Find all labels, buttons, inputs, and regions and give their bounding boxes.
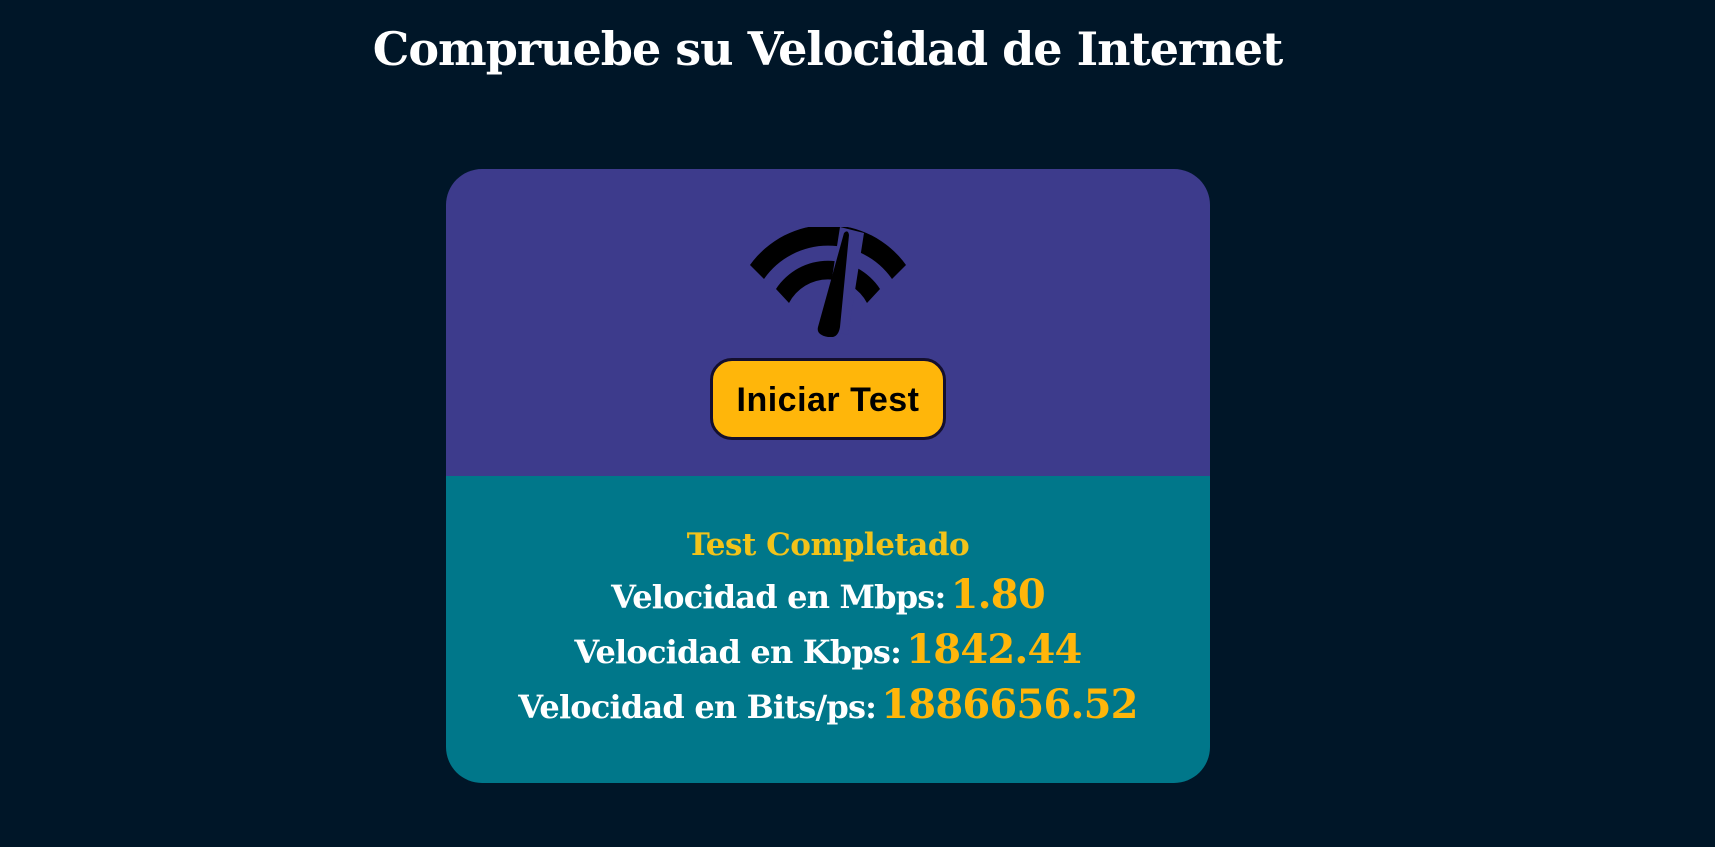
test-control-panel: Iniciar Test <box>446 169 1210 476</box>
mbps-label: Velocidad en Mbps: <box>611 578 946 616</box>
kbps-value: 1842.44 <box>906 626 1082 673</box>
mbps-value: 1.80 <box>950 571 1046 618</box>
result-row-bits: Velocidad en Bits/ps: 1886656.52 <box>446 680 1210 738</box>
result-row-mbps: Velocidad en Mbps: 1.80 <box>446 570 1210 628</box>
speed-test-card: Iniciar Test Test Completado Velocidad e… <box>446 169 1210 783</box>
bits-label: Velocidad en Bits/ps: <box>518 688 877 726</box>
page-title: Compruebe su Velocidad de Internet <box>372 22 1284 76</box>
kbps-label: Velocidad en Kbps: <box>574 633 902 671</box>
test-status: Test Completado <box>686 527 970 563</box>
speedometer-gauge-icon <box>750 227 906 337</box>
result-row-kbps: Velocidad en Kbps: 1842.44 <box>446 625 1210 683</box>
start-test-button[interactable]: Iniciar Test <box>710 358 946 440</box>
test-results-panel: Test Completado Velocidad en Mbps: 1.80 … <box>446 476 1210 783</box>
bits-value: 1886656.52 <box>881 681 1138 728</box>
